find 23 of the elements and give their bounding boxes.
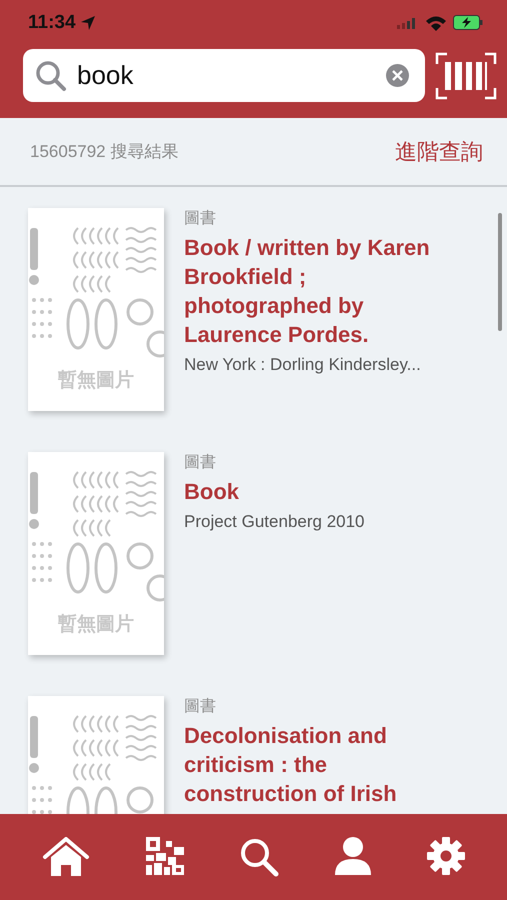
location-icon: [80, 14, 96, 30]
home-icon[interactable]: [42, 837, 90, 877]
result-title[interactable]: Decolonisation and criticism : the construction of Irish: [184, 721, 454, 808]
category-label: 圖書: [184, 696, 217, 717]
battery-icon: [453, 15, 483, 30]
publisher-text: New York : Dorling Kindersley...: [184, 355, 422, 375]
search-field[interactable]: book: [23, 49, 425, 102]
result-title[interactable]: Book / written by Karen Brookfield ; photographed by Laurence Pordes.: [184, 233, 454, 349]
search-icon[interactable]: [239, 837, 280, 877]
search-icon: [35, 60, 67, 92]
clear-icon[interactable]: [386, 64, 409, 87]
qr-code-icon[interactable]: [146, 837, 184, 875]
category-label: 圖書: [184, 452, 217, 473]
barcode-scan-icon[interactable]: [435, 52, 497, 100]
settings-icon[interactable]: [427, 837, 466, 875]
category-label: 圖書: [184, 208, 217, 229]
advanced-search-link[interactable]: 進階查詢: [395, 136, 483, 166]
wifi-icon: [425, 14, 447, 30]
result-count: 15605792 搜尋結果: [30, 141, 178, 163]
result-title[interactable]: Book: [184, 477, 454, 506]
status-time: 11:34: [28, 12, 76, 34]
profile-icon[interactable]: [335, 837, 372, 875]
publisher-text: Project Gutenberg 2010: [184, 512, 366, 532]
